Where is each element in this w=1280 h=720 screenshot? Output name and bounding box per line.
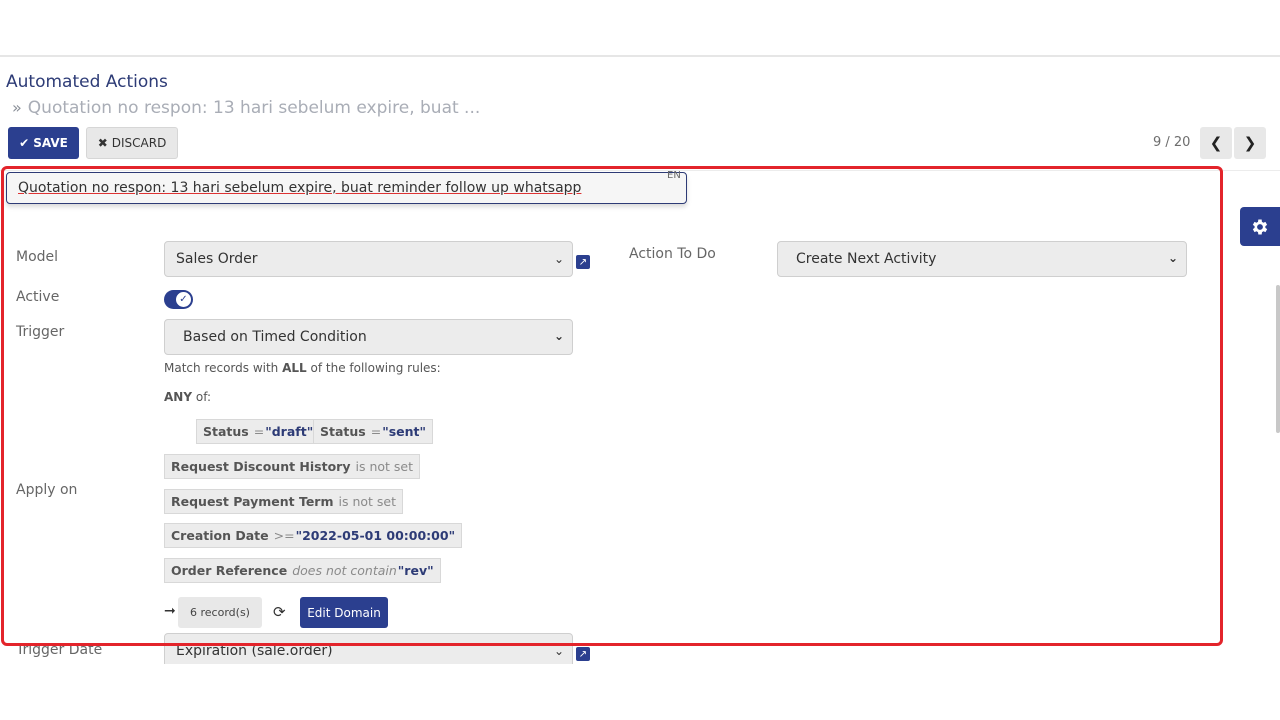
domain-rule-status-sent[interactable]: Status = "sent" bbox=[313, 419, 434, 444]
rule-operator: is not set bbox=[355, 459, 413, 474]
domain-any: ANY of: bbox=[164, 390, 211, 404]
scrollbar[interactable] bbox=[1276, 285, 1280, 433]
arrow-right-icon: ➞ bbox=[164, 603, 176, 619]
rule-value: "2022-05-01 00:00:00" bbox=[295, 528, 456, 543]
breadcrumb-root[interactable]: Automated Actions bbox=[6, 72, 168, 92]
domain-rule-payment[interactable]: Request Payment Term is not set bbox=[164, 489, 403, 514]
chevron-down-icon: ⌄ bbox=[553, 329, 564, 343]
rule-field: Status bbox=[320, 424, 366, 439]
domain-rule-status-draft[interactable]: Status = "draft" bbox=[196, 419, 321, 444]
breadcrumb-current-label: Quotation no respon: 13 hari sebelum exp… bbox=[27, 98, 481, 118]
chevron-right-icon: ❯ bbox=[1243, 134, 1257, 152]
action-name-input[interactable]: Quotation no respon: 13 hari sebelum exp… bbox=[6, 172, 687, 204]
domain-any-suffix: of: bbox=[192, 390, 212, 404]
save-button[interactable]: ✔ SAVE bbox=[8, 127, 79, 159]
pager-previous-button[interactable]: ❮ bbox=[1200, 127, 1232, 159]
rule-field: Order Reference bbox=[171, 563, 288, 578]
model-value: Sales Order bbox=[176, 251, 258, 267]
settings-button[interactable] bbox=[1240, 207, 1280, 246]
top-divider bbox=[0, 55, 1280, 57]
refresh-icon[interactable]: ⟳ bbox=[273, 603, 286, 621]
rule-field: Creation Date bbox=[171, 528, 269, 543]
domain-intro-bold: ALL bbox=[282, 361, 307, 375]
rule-value: "sent" bbox=[382, 424, 427, 439]
check-icon: ✔ bbox=[19, 136, 30, 150]
action-to-do-label: Action To Do bbox=[629, 246, 716, 262]
breadcrumb-separator: » bbox=[12, 98, 22, 117]
active-label: Active bbox=[16, 289, 60, 305]
rule-value: "rev" bbox=[397, 563, 434, 578]
external-link-icon[interactable]: ↗ bbox=[576, 255, 590, 269]
rule-operator: >= bbox=[273, 528, 295, 543]
discard-label: DISCARD bbox=[111, 136, 167, 150]
breadcrumb-current: » Quotation no respon: 13 hari sebelum ex… bbox=[12, 98, 480, 118]
chevron-down-icon: ⌄ bbox=[553, 644, 564, 658]
model-label: Model bbox=[16, 249, 59, 265]
trigger-date-label: Trigger Date bbox=[16, 642, 103, 658]
model-select[interactable]: Sales Order ⌄ bbox=[164, 241, 573, 277]
active-toggle[interactable]: ✓ bbox=[164, 290, 193, 309]
domain-intro: Match records with ALL of the following … bbox=[164, 361, 441, 375]
trigger-select[interactable]: Based on Timed Condition ⌄ bbox=[164, 319, 573, 355]
rule-field: Status bbox=[203, 424, 249, 439]
domain-intro-suffix: of the following rules: bbox=[306, 361, 441, 375]
external-link-icon[interactable]: ↗ bbox=[576, 647, 590, 661]
edit-domain-button[interactable]: Edit Domain bbox=[300, 597, 388, 628]
action-name-value: Quotation no respon: 13 hari sebelum exp… bbox=[18, 180, 582, 196]
pager-next-button[interactable]: ❯ bbox=[1234, 127, 1266, 159]
rule-operator: = bbox=[253, 424, 265, 439]
domain-any-bold: ANY bbox=[164, 390, 193, 404]
discard-button[interactable]: ✖ DISCARD bbox=[86, 127, 178, 159]
rule-operator: does not contain bbox=[292, 563, 397, 578]
chevron-down-icon: ⌄ bbox=[1167, 251, 1178, 265]
chevron-left-icon: ❮ bbox=[1209, 134, 1223, 152]
records-count-button[interactable]: 6 record(s) bbox=[178, 597, 262, 628]
apply-on-label: Apply on bbox=[16, 482, 78, 498]
language-badge[interactable]: EN bbox=[667, 170, 681, 181]
rule-value: "draft" bbox=[265, 424, 314, 439]
domain-intro-prefix: Match records with bbox=[164, 361, 283, 375]
action-to-do-select[interactable]: Create Next Activity ⌄ bbox=[777, 241, 1187, 277]
gear-icon bbox=[1252, 219, 1268, 234]
chevron-down-icon: ⌄ bbox=[553, 252, 564, 266]
domain-rule-discount[interactable]: Request Discount History is not set bbox=[164, 454, 420, 479]
rule-operator: is not set bbox=[338, 494, 396, 509]
rule-operator: = bbox=[370, 424, 382, 439]
action-to-do-value: Create Next Activity bbox=[796, 251, 937, 267]
domain-rule-order-reference[interactable]: Order Reference does not contain "rev" bbox=[164, 558, 441, 583]
trigger-date-value: Expiration (sale.order) bbox=[176, 643, 333, 659]
toolbar-divider bbox=[0, 170, 1280, 171]
save-label: SAVE bbox=[33, 136, 68, 150]
pager-value[interactable]: 9 / 20 bbox=[1153, 135, 1190, 150]
check-icon: ✓ bbox=[176, 292, 191, 307]
domain-rule-creation-date[interactable]: Creation Date >= "2022-05-01 00:00:00" bbox=[164, 523, 463, 548]
rule-field: Request Discount History bbox=[171, 459, 351, 474]
trigger-value: Based on Timed Condition bbox=[183, 329, 367, 345]
trigger-label: Trigger bbox=[16, 324, 65, 340]
rule-field: Request Payment Term bbox=[171, 494, 334, 509]
close-icon: ✖ bbox=[97, 136, 108, 150]
viewport-bottom-mask bbox=[0, 664, 1280, 720]
